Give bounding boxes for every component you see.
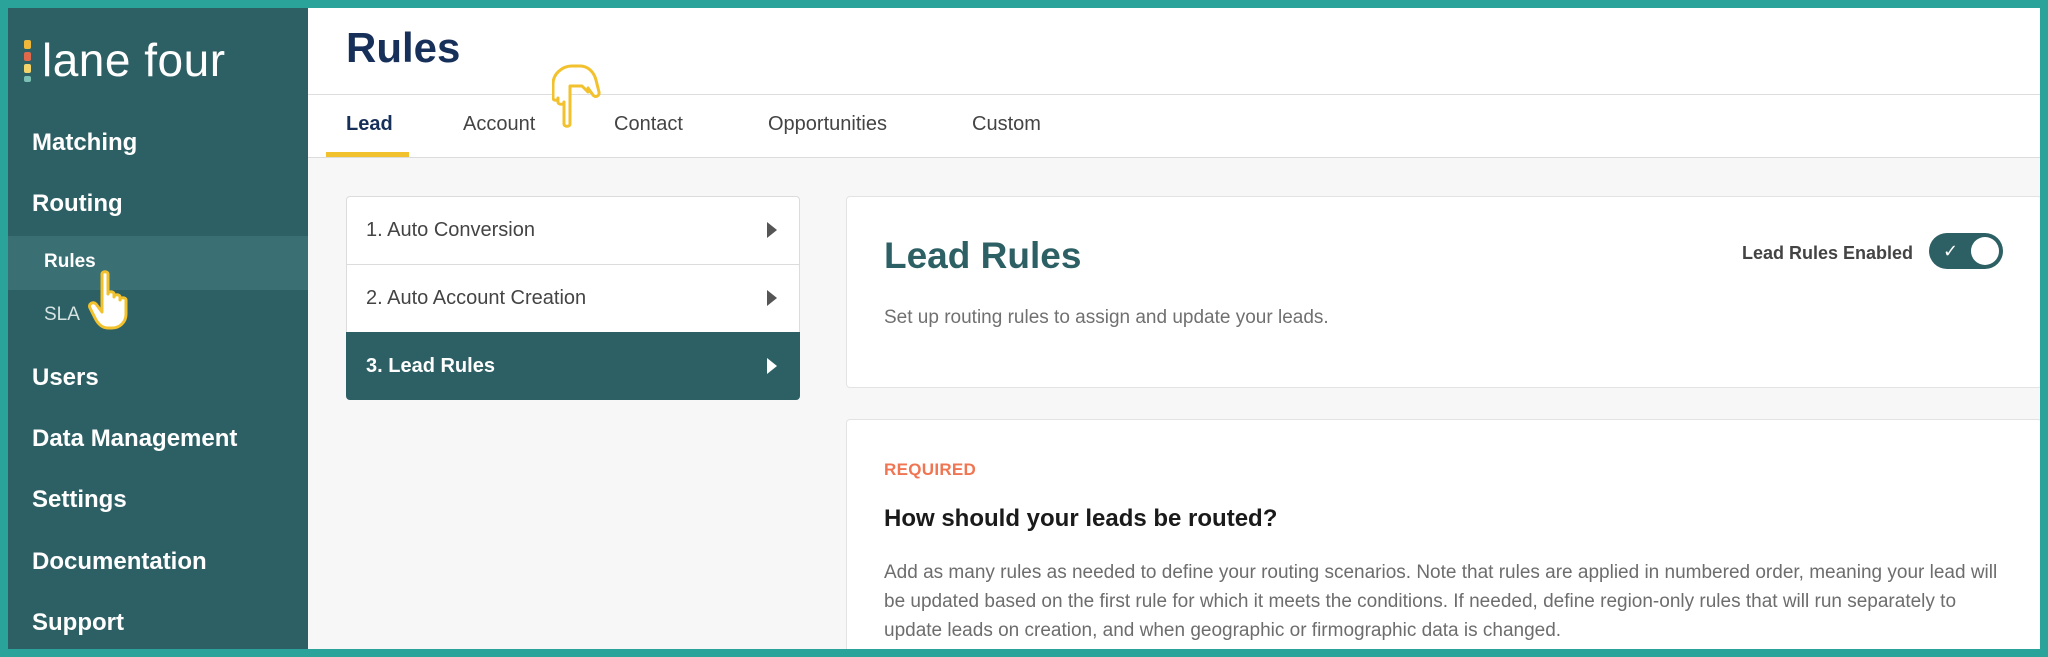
lead-rules-enabled-toggle[interactable]: ✓ <box>1929 233 2003 269</box>
tab-opportunities[interactable]: Opportunities <box>768 113 887 136</box>
sidebar-item-data-management[interactable]: Data Management <box>32 425 237 453</box>
pointing-hand-icon <box>552 64 601 128</box>
tab-custom[interactable]: Custom <box>972 113 1041 136</box>
step-auto-conversion[interactable]: 1. Auto Conversion <box>346 196 800 264</box>
step-auto-account-creation[interactable]: 2. Auto Account Creation <box>346 264 800 332</box>
routing-question-card: REQUIRED How should your leads be routed… <box>846 419 2040 649</box>
lead-rules-card: Lead Rules Set up routing rules to assig… <box>846 196 2040 388</box>
page-title: Rules <box>346 24 461 71</box>
app-frame: lane four Matching Routing Rules SLA Use… <box>8 8 2040 649</box>
checkmark-icon: ✓ <box>1943 241 1959 261</box>
sidebar-item-documentation[interactable]: Documentation <box>32 548 207 576</box>
sidebar-item-routing[interactable]: Routing <box>32 190 123 218</box>
section-explanation: Add as many rules as needed to define yo… <box>884 562 1998 641</box>
chevron-right-icon <box>767 222 777 238</box>
step-list: 1. Auto Conversion 2. Auto Account Creat… <box>346 196 800 400</box>
required-badge: REQUIRED <box>884 460 977 479</box>
step-label: 3. Lead Rules <box>366 355 495 377</box>
sidebar-item-matching[interactable]: Matching <box>32 129 137 157</box>
brand-logo[interactable]: lane four <box>24 30 226 90</box>
step-label: 2. Auto Account Creation <box>366 287 587 309</box>
tab-contact[interactable]: Contact <box>614 113 683 136</box>
brand-name: lane four <box>42 34 226 86</box>
logo-mark-icon <box>24 40 32 82</box>
step-label: 1. Auto Conversion <box>366 219 535 241</box>
sidebar-item-support[interactable]: Support <box>32 609 124 637</box>
step-lead-rules[interactable]: 3. Lead Rules <box>346 332 800 400</box>
active-tab-indicator <box>326 152 409 157</box>
card-description: Set up routing rules to assign and updat… <box>884 307 1329 328</box>
sidebar-item-users[interactable]: Users <box>32 364 99 392</box>
chevron-right-icon <box>767 290 777 306</box>
chevron-right-icon <box>767 358 777 374</box>
sidebar-subitem-sla[interactable]: SLA <box>44 304 80 326</box>
sidebar: lane four Matching Routing Rules SLA Use… <box>8 8 308 649</box>
toggle-label: Lead Rules Enabled <box>1741 243 1913 263</box>
toggle-knob <box>1971 237 1999 265</box>
hand-cursor-icon <box>88 270 128 330</box>
sidebar-item-settings[interactable]: Settings <box>32 486 127 514</box>
card-title: Lead Rules <box>884 235 1082 276</box>
tab-lead[interactable]: Lead <box>346 113 393 136</box>
main-content: Rules Lead Account Contact Opportunities… <box>308 8 2040 649</box>
tab-account[interactable]: Account <box>463 113 535 136</box>
section-heading: How should your leads be routed? <box>884 505 1278 532</box>
